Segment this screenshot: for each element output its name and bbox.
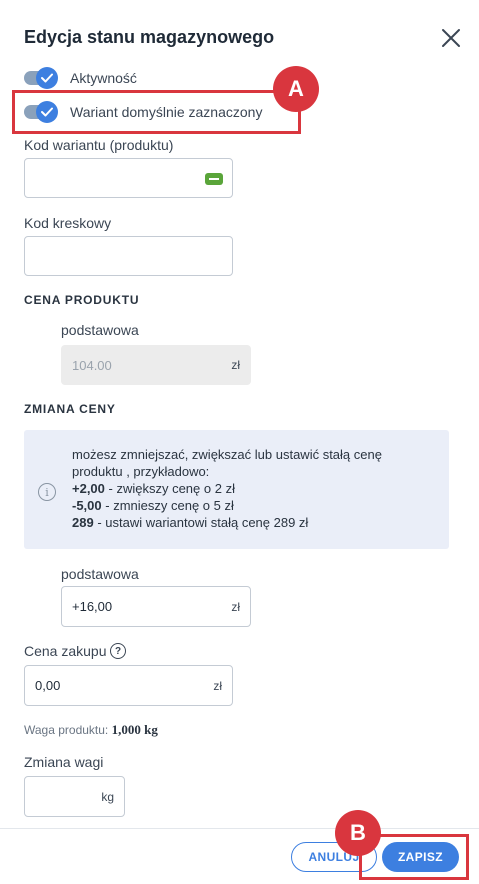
variant-code-input[interactable]	[24, 158, 233, 198]
barcode-label: Kod kreskowy	[24, 215, 112, 231]
info-text: możesz zmniejszać, zwiększać lub ustawić…	[72, 446, 432, 531]
base-price-value: 104.00	[72, 357, 112, 373]
check-icon	[36, 67, 58, 89]
info-example-1: +2,00 - zwiększy cenę o 2 zł	[72, 481, 235, 496]
active-toggle-row[interactable]: Aktywność	[24, 67, 137, 89]
dialog-title: Edycja stanu magazynowego	[24, 27, 275, 47]
help-icon[interactable]: ?	[110, 643, 126, 659]
price-change-value: +16,00	[72, 599, 113, 614]
active-toggle[interactable]	[24, 67, 58, 89]
base-price-label: podstawowa	[61, 322, 139, 338]
purchase-price-value: 0,00	[35, 678, 61, 693]
close-icon[interactable]	[440, 27, 462, 49]
barcode-input[interactable]	[24, 236, 233, 276]
variant-code-label: Kod wariantu (produktu)	[24, 137, 174, 153]
weight-change-input[interactable]: kg	[24, 776, 125, 817]
marker-b: B	[335, 810, 381, 856]
info-example-3: 289 - ustawi wariantowi stałą cenę 289 z…	[72, 515, 309, 530]
price-change-base-label: podstawowa	[61, 566, 139, 582]
info-example-2: -5,00 - zmnieszy cenę o 5 zł	[72, 498, 234, 513]
info-intro: możesz zmniejszać, zwiększać lub ustawić…	[72, 447, 382, 479]
price-change-input[interactable]: +16,00 zł	[61, 586, 251, 627]
active-toggle-label: Aktywność	[70, 70, 137, 86]
message-icon[interactable]	[205, 173, 223, 185]
currency-suffix: zł	[213, 678, 222, 693]
footer-divider	[0, 828, 479, 829]
price-change-heading: ZMIANA CENY	[24, 402, 116, 416]
purchase-price-label: Cena zakupu	[24, 643, 107, 659]
purchase-price-input[interactable]: 0,00 zł	[24, 665, 233, 706]
product-weight-info: Waga produktu: 1,000 kg	[24, 722, 158, 737]
currency-suffix: zł	[231, 358, 240, 372]
info-icon: i	[38, 483, 56, 501]
price-change-info-box: i możesz zmniejszać, zwiększać lub ustaw…	[24, 430, 449, 549]
weight-change-label: Zmiana wagi	[24, 754, 104, 770]
weight-unit-suffix: kg	[101, 789, 114, 804]
marker-a: A	[273, 66, 319, 112]
price-section-heading: CENA PRODUKTU	[24, 293, 140, 307]
highlight-box-a	[12, 90, 301, 134]
base-price-input: 104.00 zł	[61, 345, 251, 385]
currency-suffix: zł	[231, 599, 240, 614]
